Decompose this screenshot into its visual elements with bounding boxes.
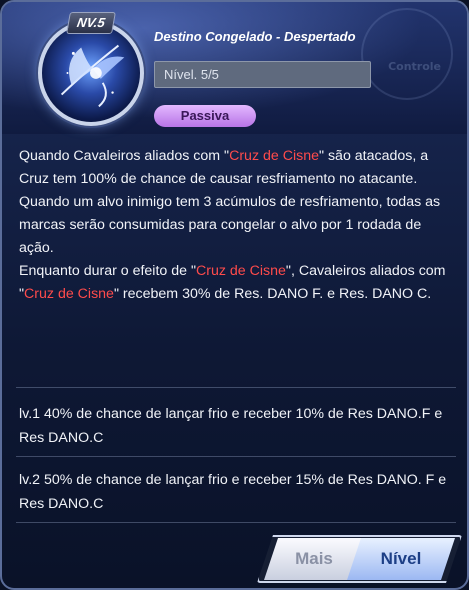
decor-ring-icon: [361, 8, 453, 100]
level-effect-1: lv.1 40% de chance de lançar frio e rece…: [19, 406, 443, 446]
keyword-highlight: Cruz de Cisne: [229, 148, 319, 164]
swan-cross-icon: [60, 44, 125, 108]
skill-header: Controle NV.5 Destino Congelado - Desper…: [2, 2, 467, 134]
divider: [16, 456, 456, 457]
description-text: Enquanto durar o efeito de ": [19, 263, 196, 279]
divider: [16, 387, 456, 388]
background-label: Controle: [388, 60, 441, 73]
skill-description: Quando Cavaleiros aliados com "Cruz de C…: [19, 145, 459, 306]
skill-title: Destino Congelado - Despertado: [154, 29, 356, 44]
description-text: " são atacados, a Cruz tem 100% de chanc…: [19, 148, 441, 256]
level-button[interactable]: Nível: [347, 538, 455, 580]
skill-tooltip-panel: Controle NV.5 Destino Congelado - Desper…: [0, 0, 469, 590]
skill-type-badge: Passiva: [154, 105, 256, 127]
level-badge: NV.5: [66, 12, 116, 34]
keyword-highlight: Cruz de Cisne: [196, 263, 286, 279]
description-text: " recebem 30% de Res. DANO F. e Res. DAN…: [113, 286, 432, 302]
divider: [16, 522, 456, 523]
skill-icon: [38, 20, 144, 126]
description-text: Quando Cavaleiros aliados com ": [19, 148, 230, 164]
level-indicator-field: Nível. 5/5: [154, 61, 371, 88]
level-effect-2: lv.2 50% de chance de lançar frio e rece…: [19, 472, 447, 512]
more-button[interactable]: Mais: [264, 538, 364, 580]
keyword-highlight: Cruz de Cisne: [24, 286, 114, 302]
